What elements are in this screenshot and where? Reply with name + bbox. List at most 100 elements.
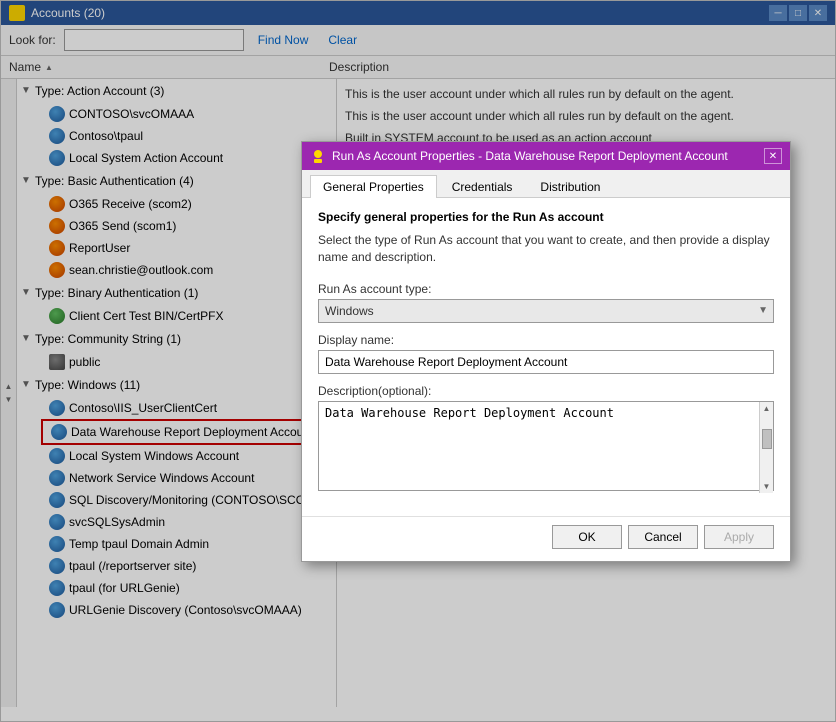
windows-icon: [49, 470, 65, 486]
list-item[interactable]: Local System Windows Account: [41, 445, 336, 467]
textarea-scroll-up-icon[interactable]: ▲: [761, 402, 773, 415]
basic-icon: [49, 262, 65, 278]
name-column-header[interactable]: Name ▲: [9, 60, 329, 74]
minimize-button[interactable]: ─: [769, 5, 787, 21]
apply-button[interactable]: Apply: [704, 525, 774, 549]
modal-footer: OK Cancel Apply: [302, 516, 790, 561]
modal-section-title: Specify general properties for the Run A…: [318, 210, 774, 224]
list-item[interactable]: CONTOSO\svcOMAAA: [41, 103, 336, 125]
list-item[interactable]: Contoso\IIS_UserClientCert: [41, 397, 336, 419]
sort-arrow-icon: ▲: [45, 63, 53, 72]
list-item[interactable]: O365 Send (scom1): [41, 215, 336, 237]
collapse-arrow-icon: ▼: [21, 82, 33, 100]
tab-credentials[interactable]: Credentials: [439, 175, 526, 198]
scroll-thumb: [762, 429, 772, 449]
window-icon: [9, 5, 25, 21]
dropdown-arrow-icon: ▼: [758, 305, 768, 316]
window-title: Accounts (20): [31, 6, 105, 20]
group-community-string[interactable]: ▼ Type: Community String (1): [17, 327, 336, 351]
scroll-up-icon[interactable]: ▲: [5, 382, 13, 391]
maximize-button[interactable]: □: [789, 5, 807, 21]
binary-auth-children: Client Cert Test BIN/CertPFX: [17, 305, 336, 327]
account-type-row: Run As account type: ▼: [318, 282, 774, 323]
windows-icon: [51, 424, 67, 440]
list-item[interactable]: Client Cert Test BIN/CertPFX: [41, 305, 336, 327]
account-type-label: Run As account type:: [318, 282, 774, 296]
description-item: This is the user account under which all…: [345, 105, 827, 127]
modal-content: Specify general properties for the Run A…: [302, 198, 790, 516]
binary-icon: [49, 308, 65, 324]
basic-icon: [49, 196, 65, 212]
find-now-button[interactable]: Find Now: [252, 31, 315, 49]
basic-icon: [49, 218, 65, 234]
windows-icon: [49, 400, 65, 416]
list-item[interactable]: public: [41, 351, 336, 373]
tab-general-properties[interactable]: General Properties: [310, 175, 437, 198]
collapse-arrow-icon: ▼: [21, 376, 33, 394]
windows-icon: [49, 602, 65, 618]
title-bar: Accounts (20) ─ □ ✕: [1, 1, 835, 25]
clear-button[interactable]: Clear: [322, 31, 363, 49]
title-bar-buttons: ─ □ ✕: [769, 5, 827, 21]
list-item[interactable]: tpaul (/reportserver site): [41, 555, 336, 577]
action-account-children: CONTOSO\svcOMAAA Contoso\tpaul Local Sys…: [17, 103, 336, 169]
list-item[interactable]: Temp tpaul Domain Admin: [41, 533, 336, 555]
list-item[interactable]: Contoso\tpaul: [41, 125, 336, 147]
cancel-button[interactable]: Cancel: [628, 525, 698, 549]
basic-icon: [49, 240, 65, 256]
close-button[interactable]: ✕: [809, 5, 827, 21]
main-window: Accounts (20) ─ □ ✕ Look for: Find Now C…: [0, 0, 836, 722]
group-action-account[interactable]: ▼ Type: Action Account (3): [17, 79, 336, 103]
list-item[interactable]: sean.christie@outlook.com: [41, 259, 336, 281]
description-textarea-wrapper: Data Warehouse Report Deployment Account…: [318, 401, 774, 494]
collapse-arrow-icon: ▼: [21, 284, 33, 302]
windows-icon: [49, 558, 65, 574]
modal-close-button[interactable]: ✕: [764, 148, 782, 164]
list-item[interactable]: O365 Receive (scom2): [41, 193, 336, 215]
list-item[interactable]: URLGenie Discovery (Contoso\svcOMAAA): [41, 599, 336, 621]
windows-icon: [49, 106, 65, 122]
list-item[interactable]: Local System Action Account: [41, 147, 336, 169]
selected-data-warehouse-item[interactable]: Data Warehouse Report Deployment Account: [41, 419, 336, 445]
modal-title-bar: Run As Account Properties - Data Warehou…: [302, 142, 790, 170]
group-basic-auth[interactable]: ▼ Type: Basic Authentication (4): [17, 169, 336, 193]
title-bar-left: Accounts (20): [9, 5, 105, 21]
windows-children: Contoso\IIS_UserClientCert Data Warehous…: [17, 397, 336, 621]
tabs-bar: General Properties Credentials Distribut…: [302, 170, 790, 198]
scroll-down-icon[interactable]: ▼: [5, 395, 13, 404]
collapse-arrow-icon: ▼: [21, 330, 33, 348]
windows-icon: [49, 448, 65, 464]
windows-icon: [49, 514, 65, 530]
list-item[interactable]: ReportUser: [41, 237, 336, 259]
list-item[interactable]: svcSQLSysAdmin: [41, 511, 336, 533]
group-binary-auth[interactable]: ▼ Type: Binary Authentication (1): [17, 281, 336, 305]
windows-icon: [49, 536, 65, 552]
community-string-children: public: [17, 351, 336, 373]
display-name-input[interactable]: [318, 350, 774, 374]
ok-button[interactable]: OK: [552, 525, 622, 549]
description-column-header: Description: [329, 60, 827, 74]
group-windows[interactable]: ▼ Type: Windows (11): [17, 373, 336, 397]
modal-title-left: Run As Account Properties - Data Warehou…: [310, 148, 728, 164]
account-type-input: [318, 299, 774, 323]
left-scroll-bar: ▲ ▼: [1, 79, 17, 707]
column-headers: Name ▲ Description: [1, 56, 835, 79]
textarea-scrollbar: ▲ ▼: [759, 402, 773, 493]
display-name-row: Display name:: [318, 333, 774, 374]
community-icon: [49, 354, 65, 370]
modal-title-icon: [310, 148, 326, 164]
description-textarea[interactable]: Data Warehouse Report Deployment Account: [318, 401, 774, 491]
basic-auth-children: O365 Receive (scom2) O365 Send (scom1) R…: [17, 193, 336, 281]
textarea-scroll-down-icon[interactable]: ▼: [761, 480, 773, 493]
modal-section-description: Select the type of Run As account that y…: [318, 232, 774, 266]
list-item[interactable]: tpaul (for URLGenie): [41, 577, 336, 599]
windows-icon: [49, 150, 65, 166]
list-item[interactable]: Network Service Windows Account: [41, 467, 336, 489]
tab-distribution[interactable]: Distribution: [527, 175, 613, 198]
list-item[interactable]: SQL Discovery/Monitoring (CONTOSO\SCOMS.…: [41, 489, 336, 511]
display-name-label: Display name:: [318, 333, 774, 347]
search-input[interactable]: [64, 29, 244, 51]
run-as-properties-dialog: Run As Account Properties - Data Warehou…: [301, 141, 791, 562]
toolbar: Look for: Find Now Clear: [1, 25, 835, 56]
modal-title-text: Run As Account Properties - Data Warehou…: [332, 149, 728, 163]
